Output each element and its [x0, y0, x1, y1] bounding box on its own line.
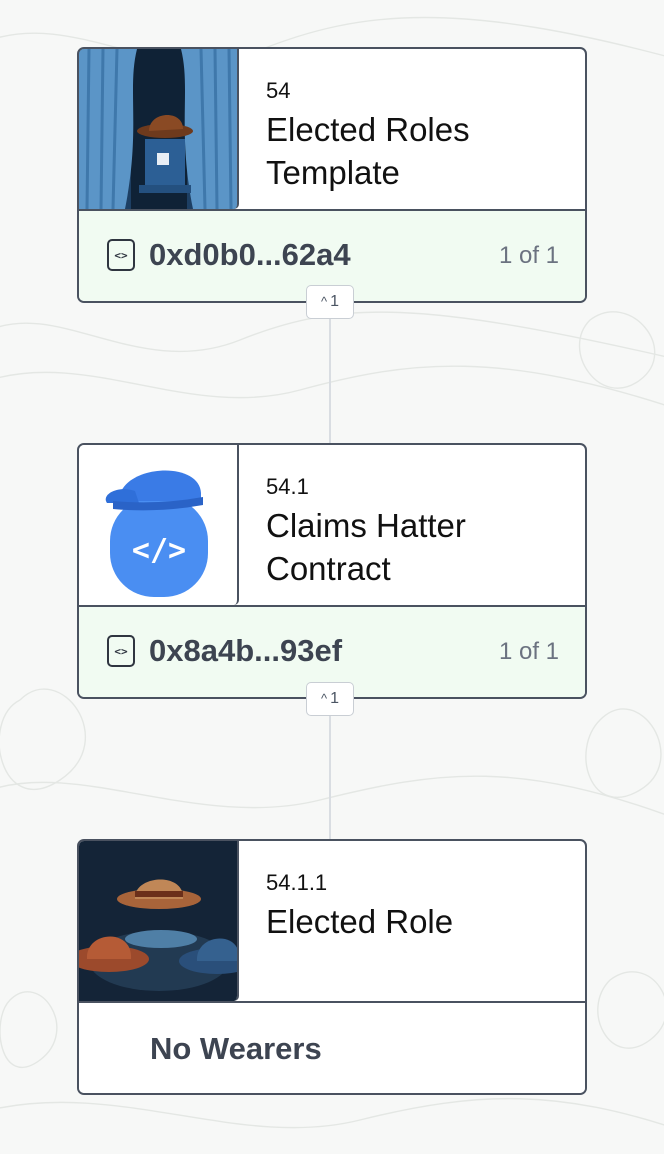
code-icon: <> [107, 635, 135, 667]
hat-card[interactable]: 54 Elected Roles Template <> 0xd0b0...62… [77, 47, 587, 303]
expand-children-toggle[interactable]: ^ 1 [306, 682, 354, 716]
wearer-address[interactable]: 0xd0b0...62a4 [149, 237, 351, 273]
hat-card-header: 54.1.1 Elected Role [79, 841, 585, 1003]
hat-id: 54.1 [266, 474, 309, 499]
no-wearers-label: No Wearers [150, 1031, 322, 1066]
code-glyph: </> [132, 533, 186, 568]
wearer-address[interactable]: 0x8a4b...93ef [149, 633, 342, 669]
wearer-row: No Wearers [79, 1003, 585, 1093]
code-cap-icon: </> [79, 445, 239, 605]
wearer-count: 1 of 1 [498, 242, 559, 269]
children-count: 1 [330, 690, 339, 707]
chevron-up-icon: ^ [320, 293, 328, 309]
hat-name[interactable]: Elected Roles Template [266, 108, 566, 194]
hat-name[interactable]: Claims Hatter Contract [266, 504, 566, 590]
children-count: 1 [330, 293, 339, 310]
hat-card-header: </> 54.1 Claims Hatter Contract [79, 445, 585, 607]
curtain-voting-booth-hat-image [79, 49, 239, 209]
hat-name[interactable]: Elected Role [266, 900, 566, 943]
code-icon: <> [107, 239, 135, 271]
chevron-up-icon: ^ [320, 690, 328, 706]
wearer-count: 1 of 1 [498, 638, 559, 665]
hat-id: 54 [266, 78, 291, 103]
expand-children-toggle[interactable]: ^ 1 [306, 285, 354, 319]
three-hats-image [79, 841, 239, 1001]
hat-card[interactable]: 54.1.1 Elected Role No Wearers [77, 839, 587, 1095]
hat-id: 54.1.1 [266, 870, 328, 895]
hat-card[interactable]: </> 54.1 Claims Hatter Contract <> 0x8a4… [77, 443, 587, 699]
hat-card-header: 54 Elected Roles Template [79, 49, 585, 211]
tree-connector-line [329, 716, 331, 840]
tree-connector-line [329, 318, 331, 444]
